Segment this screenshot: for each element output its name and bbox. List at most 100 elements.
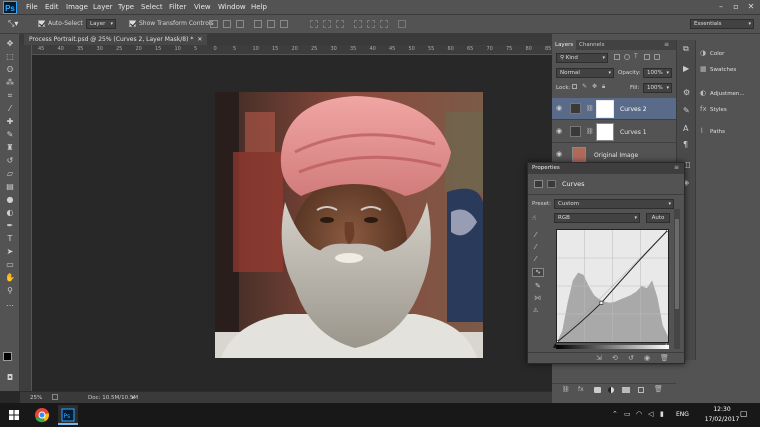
adjustments-panel-icon[interactable]: ⚙	[683, 88, 690, 97]
distribute-left-icon[interactable]	[354, 20, 362, 28]
clip-to-layer-icon[interactable]: ⇲	[596, 354, 602, 362]
menu-layer[interactable]: Layer	[93, 3, 113, 11]
layer-name[interactable]: Curves 1	[620, 129, 647, 136]
move-tool-icon[interactable]: ✥	[4, 38, 16, 50]
paragraph-panel-icon[interactable]: ¶	[683, 140, 688, 149]
clone-stamp-tool-icon[interactable]: ♜	[4, 142, 16, 154]
blend-mode-dropdown[interactable]: Normal ▾	[556, 68, 614, 78]
tab-channels[interactable]: Channels	[576, 40, 607, 50]
brush-panel-icon[interactable]: ✎	[683, 106, 690, 115]
layer-mask-thumbnail[interactable]	[596, 100, 614, 118]
visibility-eye-icon[interactable]: ◉	[556, 105, 563, 112]
tab-layers[interactable]: Layers	[552, 40, 577, 50]
chain-link-icon[interactable]: ⛓	[586, 105, 594, 112]
reset-icon[interactable]: ↺	[628, 354, 634, 362]
transform-controls-checkbox[interactable]	[129, 19, 136, 28]
menu-window[interactable]: Window	[218, 3, 246, 11]
gray-point-eyedropper-icon[interactable]: ⁄	[535, 243, 536, 251]
quick-select-tool-icon[interactable]: ⁂	[4, 77, 16, 89]
paths-panel-button[interactable]: ⌇ Paths	[700, 124, 760, 138]
filter-type-icon[interactable]: T	[634, 53, 638, 60]
delete-adjustment-icon[interactable]: 🗑︎	[660, 354, 669, 362]
fill-input[interactable]: 100% ▾	[643, 83, 672, 93]
align-top-icon[interactable]	[210, 20, 218, 28]
new-layer-icon[interactable]	[638, 387, 644, 393]
layer-mask-thumbnail[interactable]	[596, 123, 614, 141]
distribute-hcenter-icon[interactable]	[367, 20, 375, 28]
wifi-icon[interactable]: ◠	[636, 410, 642, 418]
lock-position-icon[interactable]: ✥	[592, 83, 597, 90]
menu-filter[interactable]: Filter	[169, 3, 186, 11]
view-previous-icon[interactable]: ⟲	[612, 354, 618, 362]
menu-type[interactable]: Type	[118, 3, 134, 11]
visibility-eye-icon[interactable]: ◉	[556, 128, 563, 135]
rectangle-tool-icon[interactable]: ▭	[4, 259, 16, 271]
battery-icon[interactable]: ▮	[660, 410, 664, 418]
panel-menu-icon[interactable]: ≡	[674, 164, 679, 171]
layer-name[interactable]: Curves 2	[620, 106, 647, 113]
align-bottom-icon[interactable]	[236, 20, 244, 28]
layer-filter-dropdown[interactable]: ⚲ Kind ▾	[556, 53, 608, 63]
network-icon[interactable]: ⌃	[612, 410, 618, 418]
menu-help[interactable]: Help	[251, 3, 267, 11]
healing-brush-tool-icon[interactable]: ✚	[4, 116, 16, 128]
align-vcenter-icon[interactable]	[223, 20, 231, 28]
volume-icon[interactable]: ◁	[648, 410, 653, 418]
layer-row-curves-1[interactable]: ◉ ⛓ Curves 1	[552, 121, 676, 143]
crop-tool-icon[interactable]: ⌗	[4, 90, 16, 102]
eyedropper-tool-icon[interactable]: ⁄	[4, 103, 16, 115]
toggle-visibility-icon[interactable]: ◉	[644, 354, 650, 362]
curve-control-point[interactable]	[666, 228, 670, 232]
lock-transparent-icon[interactable]	[572, 84, 577, 89]
curve-point-mode-icon[interactable]: ∿	[532, 268, 544, 277]
chain-link-icon[interactable]: ⛓	[586, 128, 594, 135]
close-icon[interactable]: ✕	[746, 2, 756, 12]
distribute-right-icon[interactable]	[380, 20, 388, 28]
workspace-dropdown[interactable]: Essentials ▾	[690, 19, 754, 29]
document-tab[interactable]: Process Portrait.psd @ 25% (Curves 2, La…	[24, 34, 208, 45]
minimize-icon[interactable]: –	[716, 2, 726, 12]
history-brush-tool-icon[interactable]: ↺	[4, 155, 16, 167]
black-point-slider[interactable]: ▲	[553, 342, 558, 349]
properties-header[interactable]: Properties ≡	[528, 163, 684, 174]
character-panel-icon[interactable]: A	[683, 124, 688, 133]
targeted-adjust-icon[interactable]: ☝	[532, 214, 536, 222]
curves-adjustment-icon[interactable]	[534, 180, 543, 188]
status-menu-arrow-icon[interactable]: ▸	[132, 394, 135, 401]
lasso-tool-icon[interactable]: ʘ	[4, 64, 16, 76]
curves-graph[interactable]	[555, 228, 670, 344]
align-hcenter-icon[interactable]	[267, 20, 275, 28]
align-left-icon[interactable]	[254, 20, 262, 28]
filter-shape-icon[interactable]	[644, 54, 650, 60]
curve-control-point[interactable]	[599, 301, 604, 305]
visibility-eye-icon[interactable]: ◉	[556, 151, 563, 158]
new-group-icon[interactable]	[622, 387, 630, 393]
smooth-curve-icon[interactable]: ⋈	[534, 294, 541, 302]
layer-style-icon[interactable]: fx	[578, 386, 584, 393]
filter-smart-object-icon[interactable]	[654, 54, 660, 60]
windows-start-icon[interactable]	[4, 405, 24, 425]
clock-time[interactable]: 12:30	[702, 406, 742, 413]
clock-date[interactable]: 17/02/2017	[702, 416, 742, 423]
properties-panel[interactable]: Properties ≡ Curves Preset: Custom ▾ ☝ RG…	[527, 162, 685, 364]
chrome-icon[interactable]	[32, 405, 52, 425]
pencil-draw-icon[interactable]: ✎	[535, 282, 541, 290]
link-layers-icon[interactable]: ⛓	[562, 386, 570, 393]
brush-tool-icon[interactable]: ✎	[4, 129, 16, 141]
photoshop-logo[interactable]: Ps	[3, 1, 17, 14]
close-tab-icon[interactable]: ✕	[197, 36, 202, 43]
pen-tool-icon[interactable]: ✒	[4, 220, 16, 232]
type-tool-icon[interactable]: T	[4, 233, 16, 245]
foreground-color-swatch[interactable]	[3, 352, 12, 361]
distribute-top-icon[interactable]	[310, 20, 318, 28]
maximize-icon[interactable]: ▫	[731, 2, 741, 12]
eraser-tool-icon[interactable]: ▱	[4, 168, 16, 180]
blur-tool-icon[interactable]: ●	[4, 194, 16, 206]
black-point-eyedropper-icon[interactable]: ⁄	[535, 231, 536, 239]
filter-pixel-icon[interactable]	[614, 54, 620, 60]
lock-all-icon[interactable]: 🔒︎	[602, 83, 605, 91]
marquee-tool-icon[interactable]: ⬚	[4, 51, 16, 63]
dodge-tool-icon[interactable]: ◐	[4, 207, 16, 219]
input-language[interactable]: ENG	[676, 411, 689, 418]
add-mask-icon[interactable]	[594, 387, 601, 393]
